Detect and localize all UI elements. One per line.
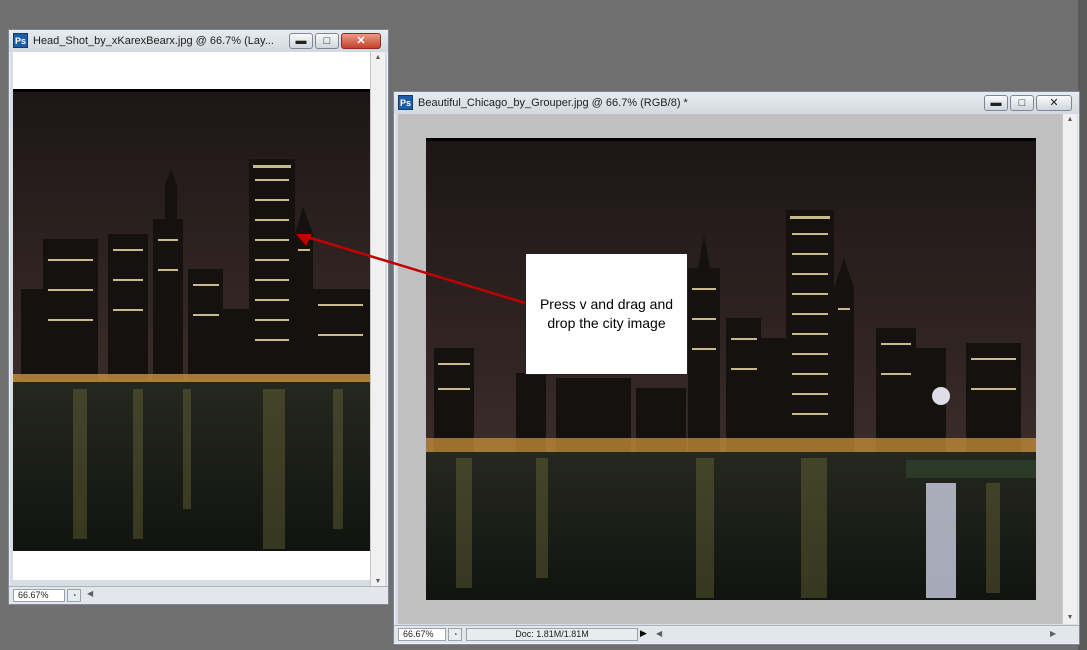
title-bar[interactable]: Ps Head_Shot_by_xKarexBearx.jpg @ 66.7% … — [9, 30, 388, 52]
maximize-icon: □ — [323, 35, 331, 47]
callout-text: Press v and drag and drop the city image — [539, 296, 674, 331]
vertical-scrollbar[interactable]: ▲ ▼ — [1062, 114, 1077, 624]
vertical-scrollbar[interactable]: ▲ ▼ — [370, 52, 385, 588]
document-window-chicago[interactable]: Ps Beautiful_Chicago_by_Grouper.jpg @ 66… — [393, 91, 1080, 645]
status-options-icon[interactable]: ◔ — [67, 589, 81, 602]
minimize-icon: ▬ — [295, 35, 307, 47]
zoom-field[interactable]: 66.67% — [398, 628, 446, 641]
scroll-left-arrow[interactable]: ◀ — [656, 629, 662, 638]
maximize-icon: □ — [1018, 97, 1026, 109]
scroll-right-arrow[interactable]: ▶ — [1050, 629, 1056, 638]
status-menu-arrow[interactable]: ▶ — [640, 628, 647, 639]
document-window-headshot[interactable]: Ps Head_Shot_by_xKarexBearx.jpg @ 66.7% … — [8, 29, 389, 605]
ps-app-icon: Ps — [398, 95, 413, 110]
close-icon: ✕ — [356, 35, 366, 47]
status-options-icon[interactable]: ◔ — [448, 628, 462, 641]
window-title: Head_Shot_by_xKarexBearx.jpg @ 66.7% (La… — [33, 35, 274, 47]
title-bar[interactable]: Ps Beautiful_Chicago_by_Grouper.jpg @ 66… — [394, 92, 1079, 114]
city-skyline-image — [13, 89, 370, 551]
scroll-up-arrow[interactable]: ▲ — [1063, 114, 1077, 126]
scroll-up-arrow[interactable]: ▲ — [371, 52, 385, 64]
window-title: Beautiful_Chicago_by_Grouper.jpg @ 66.7%… — [418, 97, 688, 109]
close-icon: ✕ — [1049, 97, 1059, 109]
city-skyline-image — [426, 138, 1036, 600]
scroll-down-arrow[interactable]: ▼ — [1063, 612, 1077, 624]
close-button[interactable]: ✕ — [1036, 95, 1072, 111]
maximize-button[interactable]: □ — [315, 33, 339, 49]
minimize-button[interactable]: ▬ — [289, 33, 313, 49]
maximize-button[interactable]: □ — [1010, 95, 1034, 111]
close-button[interactable]: ✕ — [341, 33, 381, 49]
doc-size-info: Doc: 1.81M/1.81M — [466, 628, 638, 641]
ps-app-icon: Ps — [13, 33, 28, 48]
zoom-field[interactable]: 66.67% — [13, 589, 65, 602]
canvas-area[interactable] — [398, 114, 1062, 624]
minimize-button[interactable]: ▬ — [984, 95, 1008, 111]
document-canvas[interactable] — [13, 52, 370, 580]
instruction-callout: Press v and drag and drop the city image — [525, 253, 688, 375]
status-bar: 66.67% ◔ Doc: 1.81M/1.81M ▶ ◀ ▶ — [394, 625, 1079, 643]
minimize-icon: ▬ — [990, 97, 1002, 109]
scroll-left-arrow[interactable]: ◀ — [87, 589, 93, 598]
status-bar: 66.67% ◔ ◀ — [9, 586, 388, 604]
